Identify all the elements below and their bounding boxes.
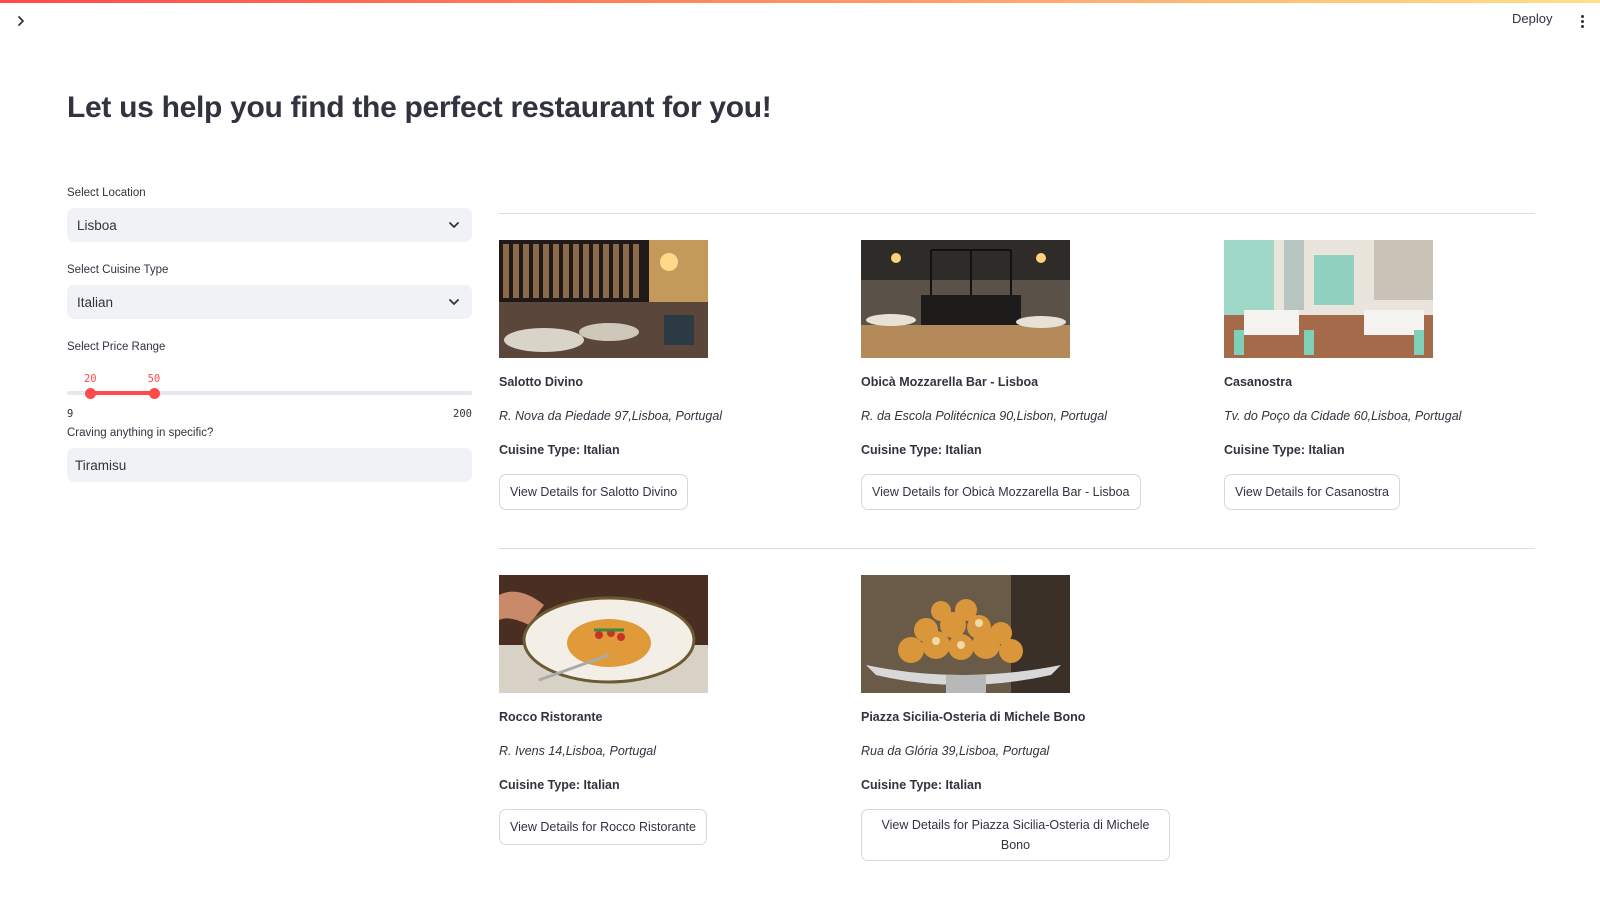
deploy-button[interactable]: Deploy xyxy=(1512,11,1552,26)
view-details-button[interactable]: View Details for Salotto Divino xyxy=(499,474,689,510)
restaurant-name: Casanostra xyxy=(1224,375,1293,389)
chevron-down-icon xyxy=(449,222,459,228)
location-select[interactable]: Lisboa xyxy=(67,208,472,242)
restaurant-cuisine: Cuisine Type: Italian xyxy=(499,443,620,457)
restaurant-card: Salotto Divino R. Nova da Piedade 97,Lis… xyxy=(499,240,829,510)
restaurant-photo xyxy=(1224,240,1433,358)
location-value: Lisboa xyxy=(77,217,117,233)
view-details-button[interactable]: View Details for Piazza Sicilia-Osteria … xyxy=(861,809,1170,861)
restaurant-name: Salotto Divino xyxy=(499,375,584,389)
slider-selected-range xyxy=(90,391,154,395)
chevron-right-icon xyxy=(18,16,24,26)
restaurant-name: Rocco Ristorante xyxy=(499,710,603,724)
restaurant-address: R. Nova da Piedade 97,Lisboa, Portugal xyxy=(499,409,723,423)
price-range-label: Select Price Range xyxy=(67,341,166,353)
craving-input[interactable]: Tiramisu xyxy=(67,448,472,482)
price-low-handle[interactable] xyxy=(85,388,97,399)
restaurant-cuisine: Cuisine Type: Italian xyxy=(499,778,620,792)
restaurant-photo xyxy=(861,240,1070,358)
restaurant-address: R. Ivens 14,Lisboa, Portugal xyxy=(499,744,657,758)
cuisine-select[interactable]: Italian xyxy=(67,285,472,319)
restaurant-card: Casanostra Tv. do Poço da Cidade 60,Lisb… xyxy=(1224,240,1554,510)
view-details-button[interactable]: View Details for Casanostra xyxy=(1224,474,1401,510)
restaurant-name: Obicà Mozzarella Bar - Lisboa xyxy=(861,375,1039,389)
restaurant-photo xyxy=(861,575,1070,693)
restaurant-address: Rua da Glória 39,Lisboa, Portugal xyxy=(861,744,1050,758)
sidebar-toggle-button[interactable] xyxy=(10,10,32,32)
cuisine-value: Italian xyxy=(77,294,114,310)
restaurant-cuisine: Cuisine Type: Italian xyxy=(861,443,982,457)
filter-panel: Select Location Lisboa Select Cuisine Ty… xyxy=(67,187,472,482)
restaurant-name: Piazza Sicilia-Osteria di Michele Bono xyxy=(861,710,1086,724)
price-min-label: 9 xyxy=(67,408,74,420)
restaurant-photo xyxy=(499,575,708,693)
restaurant-card: Rocco Ristorante R. Ivens 14,Lisboa, Por… xyxy=(499,575,829,845)
view-details-button[interactable]: View Details for Rocco Ristorante xyxy=(499,809,707,845)
craving-label: Craving anything in specific? xyxy=(67,427,214,439)
results-divider xyxy=(499,213,1535,214)
page-title: Let us help you find the perfect restaur… xyxy=(67,91,772,124)
chevron-down-icon xyxy=(449,299,459,305)
restaurant-photo xyxy=(499,240,708,358)
kebab-menu-icon xyxy=(1580,14,1584,18)
price-high-handle[interactable] xyxy=(148,388,160,399)
cuisine-label: Select Cuisine Type xyxy=(67,264,169,276)
top-decoration-bar xyxy=(0,0,1600,3)
price-low-value: 20 xyxy=(83,373,97,385)
results-divider xyxy=(499,548,1535,549)
main-menu-button[interactable] xyxy=(1575,10,1589,32)
price-high-value: 50 xyxy=(147,373,161,385)
restaurant-address: R. da Escola Politécnica 90,Lisbon, Port… xyxy=(861,409,1107,423)
view-details-button[interactable]: View Details for Obicà Mozzarella Bar - … xyxy=(861,474,1141,510)
restaurant-address: Tv. do Poço da Cidade 60,Lisboa, Portuga… xyxy=(1224,409,1462,423)
restaurant-card: Obicà Mozzarella Bar - Lisboa R. da Esco… xyxy=(861,240,1191,510)
restaurant-cuisine: Cuisine Type: Italian xyxy=(861,778,982,792)
location-label: Select Location xyxy=(67,187,146,199)
restaurant-card: Piazza Sicilia-Osteria di Michele Bono R… xyxy=(861,575,1191,861)
price-range-slider[interactable]: 20 50 9 200 xyxy=(67,361,472,420)
restaurant-cuisine: Cuisine Type: Italian xyxy=(1224,443,1345,457)
price-max-label: 200 xyxy=(453,408,472,420)
